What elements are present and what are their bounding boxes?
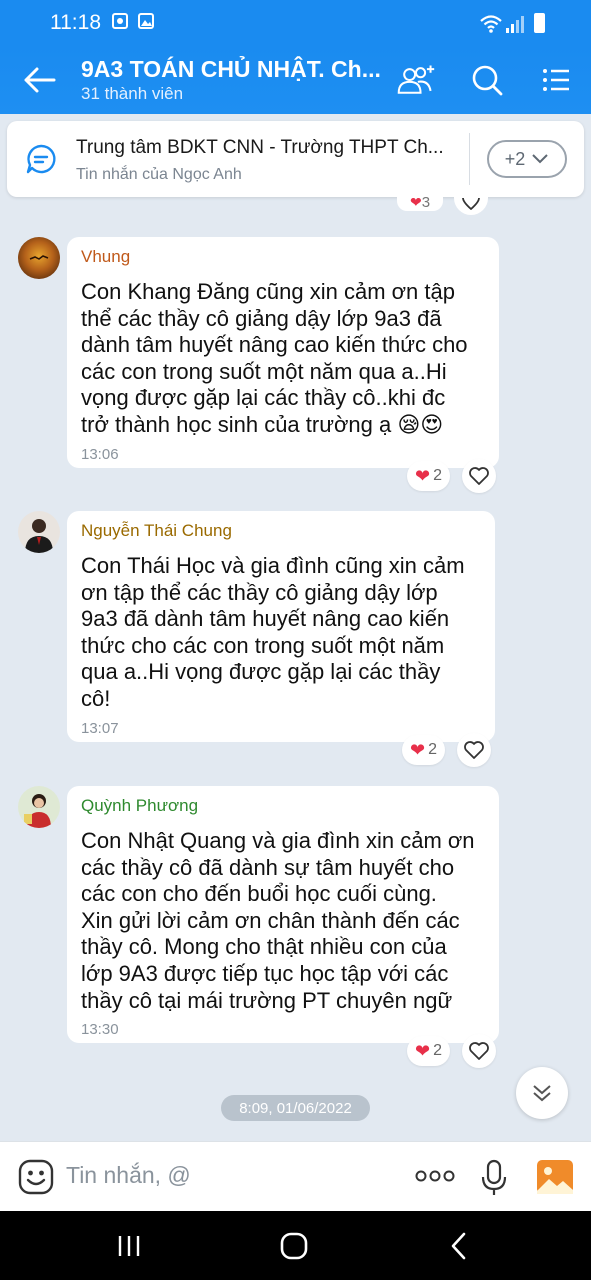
pinned-title: Trung tâm BDKT CNN - Trường THPT Ch... bbox=[76, 137, 444, 158]
message-bubble[interactable]: Nguyễn Thái Chung Con Thái Học và gia đì… bbox=[67, 511, 495, 742]
previous-reaction-pill[interactable]: ❤ 3 bbox=[397, 194, 443, 211]
screenshot-notification-icon bbox=[112, 13, 128, 29]
message-input-bar bbox=[0, 1141, 591, 1211]
status-bar: 11:18 bbox=[0, 0, 591, 46]
status-time: 11:18 bbox=[50, 11, 101, 34]
battery-icon bbox=[534, 13, 545, 33]
avatar[interactable] bbox=[18, 237, 60, 279]
sender-name[interactable]: Vhung bbox=[81, 247, 130, 267]
reaction-count: 3 bbox=[421, 194, 431, 211]
pinned-more-label: +2 bbox=[504, 148, 526, 169]
chat-header: 9A3 TOÁN CHỦ NHẬT. Ch... 31 thành viên bbox=[0, 46, 591, 114]
previous-heart-button[interactable] bbox=[454, 197, 488, 215]
microphone-icon[interactable] bbox=[481, 1159, 507, 1197]
sender-name[interactable]: Quỳnh Phương bbox=[81, 796, 198, 816]
reaction-count: 2 bbox=[433, 467, 442, 484]
heart-outline-icon bbox=[469, 1042, 489, 1060]
reaction-pill[interactable]: ❤ 2 bbox=[407, 1036, 450, 1066]
like-button[interactable] bbox=[462, 1034, 496, 1068]
double-chevron-down-icon bbox=[533, 1085, 551, 1102]
date-separator: 8:09, 01/06/2022 bbox=[221, 1095, 370, 1121]
heart-outline-icon bbox=[464, 741, 484, 759]
home-icon[interactable] bbox=[280, 1232, 308, 1260]
message-input[interactable] bbox=[66, 1162, 386, 1189]
like-button[interactable] bbox=[462, 459, 496, 493]
pinned-more-button[interactable]: +2 bbox=[487, 140, 567, 178]
menu-list-icon[interactable] bbox=[536, 62, 576, 98]
search-icon[interactable] bbox=[468, 62, 508, 98]
emoji: 😪😍 bbox=[397, 411, 444, 437]
message-text: Con Khang Đăng cũng xin cảm ơn tập thể c… bbox=[81, 279, 468, 437]
pinned-subtitle: Tin nhắn của Ngọc Anh bbox=[76, 166, 242, 183]
sender-name[interactable]: Nguyễn Thái Chung bbox=[81, 521, 232, 541]
more-icon[interactable] bbox=[415, 1169, 455, 1183]
reaction-pill[interactable]: ❤ 2 bbox=[402, 735, 445, 765]
image-icon[interactable] bbox=[536, 1159, 574, 1195]
message-time: 13:06 bbox=[81, 446, 119, 463]
chat-bubble-icon bbox=[26, 144, 56, 174]
add-member-icon[interactable] bbox=[396, 62, 436, 98]
back-icon[interactable] bbox=[450, 1232, 468, 1260]
like-button[interactable] bbox=[457, 733, 491, 767]
gallery-notification-icon bbox=[138, 13, 154, 29]
group-title[interactable]: 9A3 TOÁN CHỦ NHẬT. Ch... bbox=[81, 56, 381, 83]
heart-icon: ❤ bbox=[415, 1040, 431, 1061]
message-time: 13:07 bbox=[81, 720, 119, 737]
wifi-icon bbox=[480, 15, 502, 33]
divider bbox=[469, 133, 470, 185]
heart-outline-icon bbox=[462, 197, 480, 211]
chevron-down-icon bbox=[532, 154, 548, 164]
message-time: 13:30 bbox=[81, 1021, 119, 1038]
member-count[interactable]: 31 thành viên bbox=[81, 84, 183, 104]
recent-apps-icon[interactable] bbox=[117, 1235, 141, 1257]
system-nav-bar bbox=[0, 1211, 591, 1280]
avatar[interactable] bbox=[18, 786, 60, 828]
back-arrow-icon[interactable] bbox=[22, 64, 58, 96]
reaction-count: 2 bbox=[428, 741, 437, 758]
message-text: Con Thái Học và gia đình cũng xin cảm ơn… bbox=[81, 553, 465, 711]
heart-icon: ❤ bbox=[415, 465, 431, 486]
heart-icon: ❤ bbox=[410, 739, 426, 760]
message-bubble[interactable]: Vhung Con Khang Đăng cũng xin cảm ơn tập… bbox=[67, 237, 499, 468]
heart-icon: ❤ bbox=[409, 194, 422, 210]
reaction-count: 2 bbox=[433, 1042, 442, 1059]
message-bubble[interactable]: Quỳnh Phương Con Nhật Quang và gia đình … bbox=[67, 786, 499, 1043]
signal-icon bbox=[506, 16, 524, 33]
message-text: Con Nhật Quang và gia đình xin cảm ơn cá… bbox=[81, 828, 475, 1013]
avatar[interactable] bbox=[18, 511, 60, 553]
reaction-pill[interactable]: ❤ 2 bbox=[407, 461, 450, 491]
scroll-to-bottom-button[interactable] bbox=[516, 1067, 568, 1119]
pinned-message[interactable]: Trung tâm BDKT CNN - Trường THPT Ch... T… bbox=[7, 121, 584, 197]
heart-outline-icon bbox=[469, 467, 489, 485]
sticker-icon[interactable] bbox=[18, 1159, 54, 1195]
